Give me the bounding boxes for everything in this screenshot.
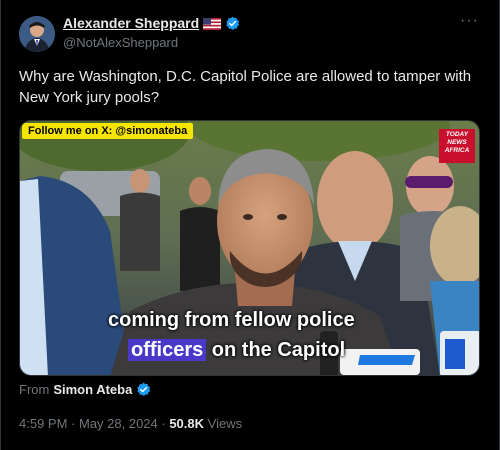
- video-caption-line1: coming from fellow police: [108, 309, 355, 331]
- caption-rest: on the Capitol: [206, 339, 346, 361]
- author-name-row: Alexander Sheppard: [63, 15, 240, 31]
- news-logo-line2: NEWS: [447, 139, 467, 146]
- attribution-name[interactable]: Simon Ateba: [53, 382, 132, 397]
- verified-badge-icon: [136, 382, 151, 397]
- news-logo: TODAY NEWS AFRICA: [439, 129, 475, 163]
- avatar[interactable]: [19, 16, 55, 52]
- follow-tag: Follow me on X: @simonateba: [22, 123, 194, 139]
- meta-separator: ·: [157, 416, 170, 431]
- views-label: Views: [204, 416, 243, 431]
- tweet-container: Alexander Sheppard @NotAlexSheppard ··· …: [0, 0, 500, 450]
- video-caption-line2: officers on the Capitol: [128, 339, 345, 362]
- author-display-name[interactable]: Alexander Sheppard: [63, 15, 199, 31]
- news-logo-line3: AFRICA: [444, 147, 470, 154]
- avatar-image: [19, 16, 55, 52]
- tweet-text: Why are Washington, D.C. Capitol Police …: [19, 68, 472, 106]
- us-flag-icon: [203, 17, 222, 30]
- tweet-meta: 4:59 PM · May 28, 2024 · 50.8K Views: [19, 416, 242, 431]
- media-attribution: From Simon Ateba: [19, 382, 151, 397]
- caption-highlight-word: officers: [128, 339, 207, 361]
- video-frame: [20, 121, 479, 375]
- attribution-prefix: From: [19, 382, 50, 397]
- verified-badge-icon: [225, 16, 240, 31]
- more-options-icon[interactable]: ···: [460, 12, 479, 30]
- views-count: 50.8K: [169, 416, 205, 431]
- tweet-time[interactable]: 4:59 PM: [19, 416, 67, 431]
- tweet-date[interactable]: May 28, 2024: [79, 416, 158, 431]
- meta-separator: ·: [67, 416, 79, 431]
- video-media[interactable]: Follow me on X: @simonateba TODAY NEWS A…: [19, 120, 480, 376]
- news-logo-line1: TODAY: [445, 131, 469, 138]
- author-handle[interactable]: @NotAlexSheppard: [63, 35, 178, 50]
